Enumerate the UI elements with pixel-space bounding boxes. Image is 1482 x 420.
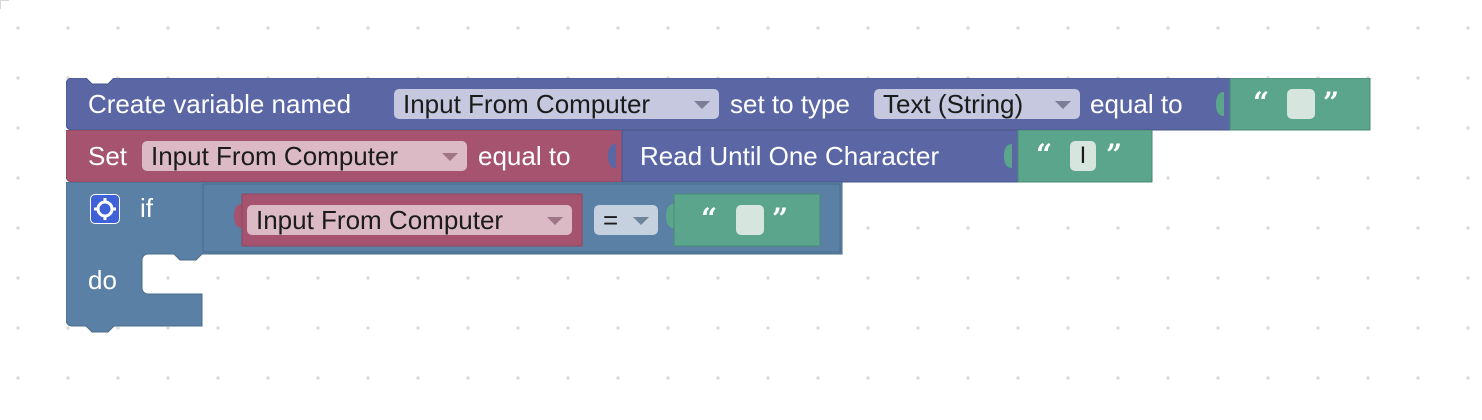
open-quote-icon: “ — [1253, 86, 1270, 119]
equal-to-label: equal to — [478, 141, 571, 171]
if-variable-dropdown[interactable]: Input From Computer — [247, 205, 572, 235]
read-until-label: Read Until One Character — [640, 141, 940, 171]
set-variable-value: Input From Computer — [151, 141, 399, 171]
close-quote-icon: ” — [1323, 86, 1340, 119]
chevron-down-icon — [694, 101, 710, 109]
open-quote-icon: “ — [701, 202, 718, 235]
operator-dropdown[interactable]: = — [594, 205, 658, 235]
gear-icon[interactable] — [90, 194, 120, 224]
variable-name-dropdown[interactable]: Input From Computer — [394, 89, 719, 119]
chevron-down-icon — [547, 217, 563, 225]
create-variable-label: Create variable named — [88, 89, 352, 119]
text-input-empty[interactable] — [1287, 89, 1315, 119]
operator-value: = — [603, 205, 619, 235]
equal-to-label: equal to — [1090, 89, 1183, 119]
open-quote-icon: “ — [1036, 138, 1053, 171]
if-label: if — [140, 193, 153, 223]
set-variable-dropdown[interactable]: Input From Computer — [142, 141, 467, 171]
text-input-empty[interactable] — [736, 205, 764, 235]
do-label: do — [88, 265, 117, 295]
set-to-type-label: set to type — [730, 89, 850, 119]
type-dropdown[interactable]: Text (String) — [874, 89, 1080, 119]
type-value: Text (String) — [883, 89, 1024, 119]
chevron-down-icon — [633, 217, 649, 225]
if-variable-value: Input From Computer — [256, 205, 504, 235]
set-label: Set — [88, 141, 128, 171]
chevron-down-icon — [1055, 101, 1071, 109]
chevron-down-icon — [442, 153, 458, 161]
text-input-character[interactable]: I — [1070, 141, 1096, 171]
close-quote-icon: ” — [1106, 138, 1123, 171]
variable-name-value: Input From Computer — [403, 89, 651, 119]
close-quote-icon: ” — [772, 202, 789, 235]
